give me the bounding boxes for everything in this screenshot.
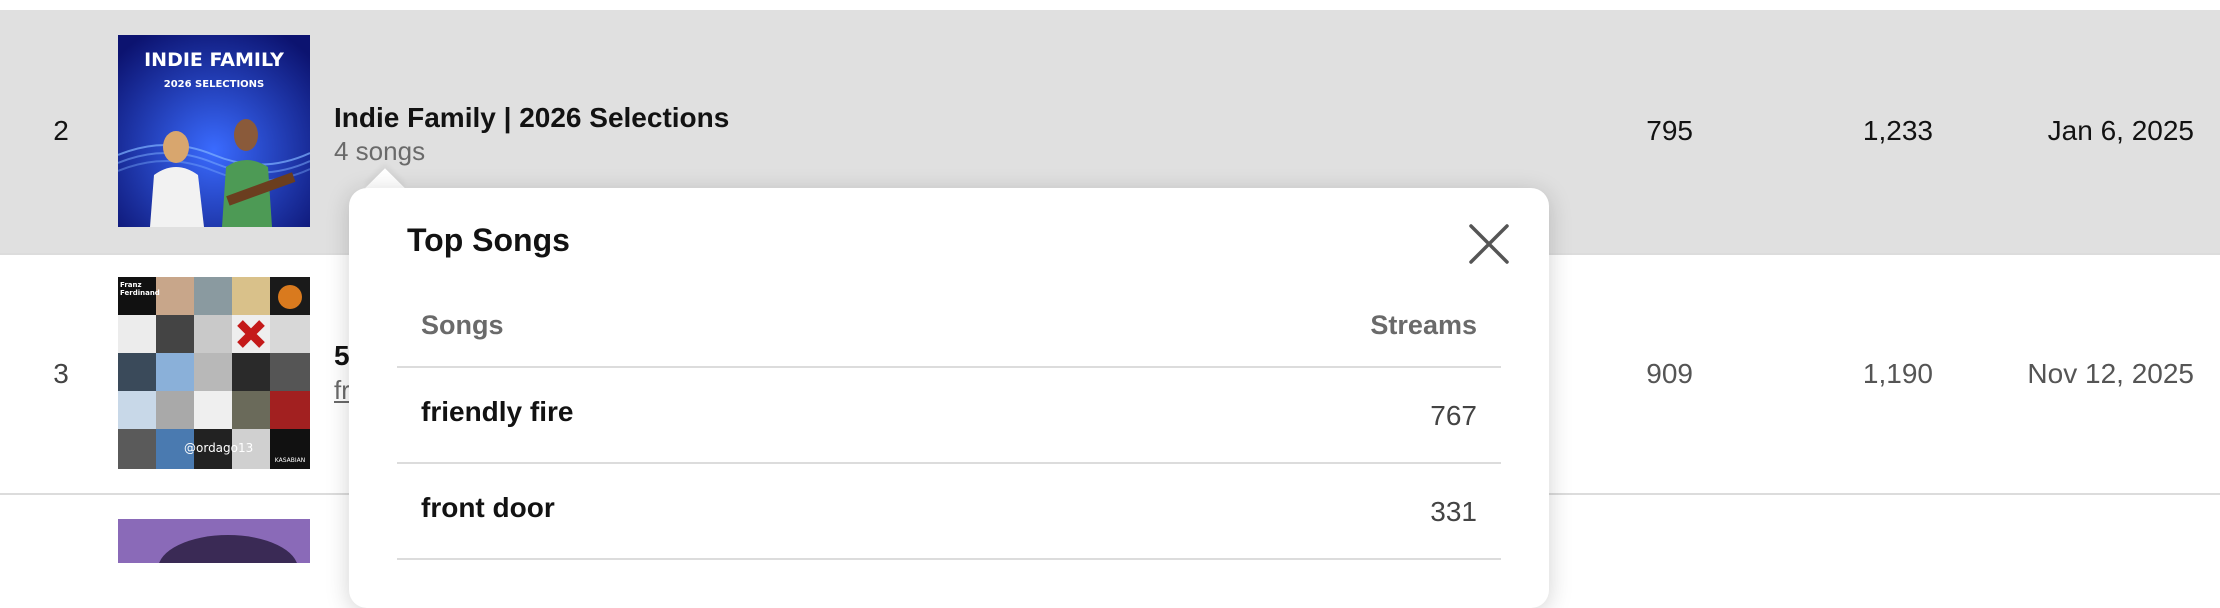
song-streams: 331 [1430, 496, 1477, 527]
row-rank: 3 [53, 358, 69, 389]
playlist-song-count[interactable]: fr [334, 375, 350, 406]
song-row[interactable]: friendly fire 767 [397, 366, 1501, 464]
cover-subtitle-text: 2026 SELECTIONS [163, 79, 265, 90]
playlist-cover-collage[interactable]: Franz Ferdinand @ordago13 KASABIAN [118, 277, 310, 469]
playlist-cover-indie-family[interactable]: INDIE FAMILY 2026 SELECTIONS [118, 35, 310, 227]
close-icon[interactable] [1467, 222, 1511, 266]
songs-column-header: Songs [421, 310, 504, 340]
playlist-cover-partial[interactable] [118, 519, 310, 563]
streams-column-header: Streams [1370, 310, 1477, 340]
song-name: front door [421, 492, 555, 523]
row-rank: 2 [53, 115, 69, 146]
song-row-divider [397, 558, 1501, 600]
cover-art-image [118, 519, 310, 563]
playlist-title[interactable]: 5 [334, 340, 350, 372]
row-metric-1: 909 [1646, 358, 1693, 389]
song-row[interactable]: front door 331 [397, 462, 1501, 560]
cover-title-text: INDIE FAMILY [144, 49, 284, 71]
popover-title: Top Songs [407, 222, 570, 258]
top-songs-popover: Top Songs Songs Streams friendly fire 76… [349, 188, 1549, 608]
row-metric-1: 795 [1646, 115, 1693, 146]
row-metric-2: 1,233 [1862, 115, 1933, 146]
row-date: Jan 6, 2025 [2047, 115, 2194, 146]
cover-text-kasabian: KASABIAN [274, 457, 306, 464]
playlist-title[interactable]: Indie Family | 2026 Selections [334, 102, 729, 134]
row-metric-2: 1,190 [1862, 358, 1933, 389]
cover-text-franz: Franz Ferdinand [120, 281, 160, 297]
cover-handle-text: @ordago13 [184, 441, 254, 455]
song-name: friendly fire [421, 396, 574, 427]
playlist-song-count[interactable]: 4 songs [334, 136, 425, 167]
song-streams: 767 [1430, 400, 1477, 431]
row-date: Nov 12, 2025 [2027, 358, 2194, 389]
